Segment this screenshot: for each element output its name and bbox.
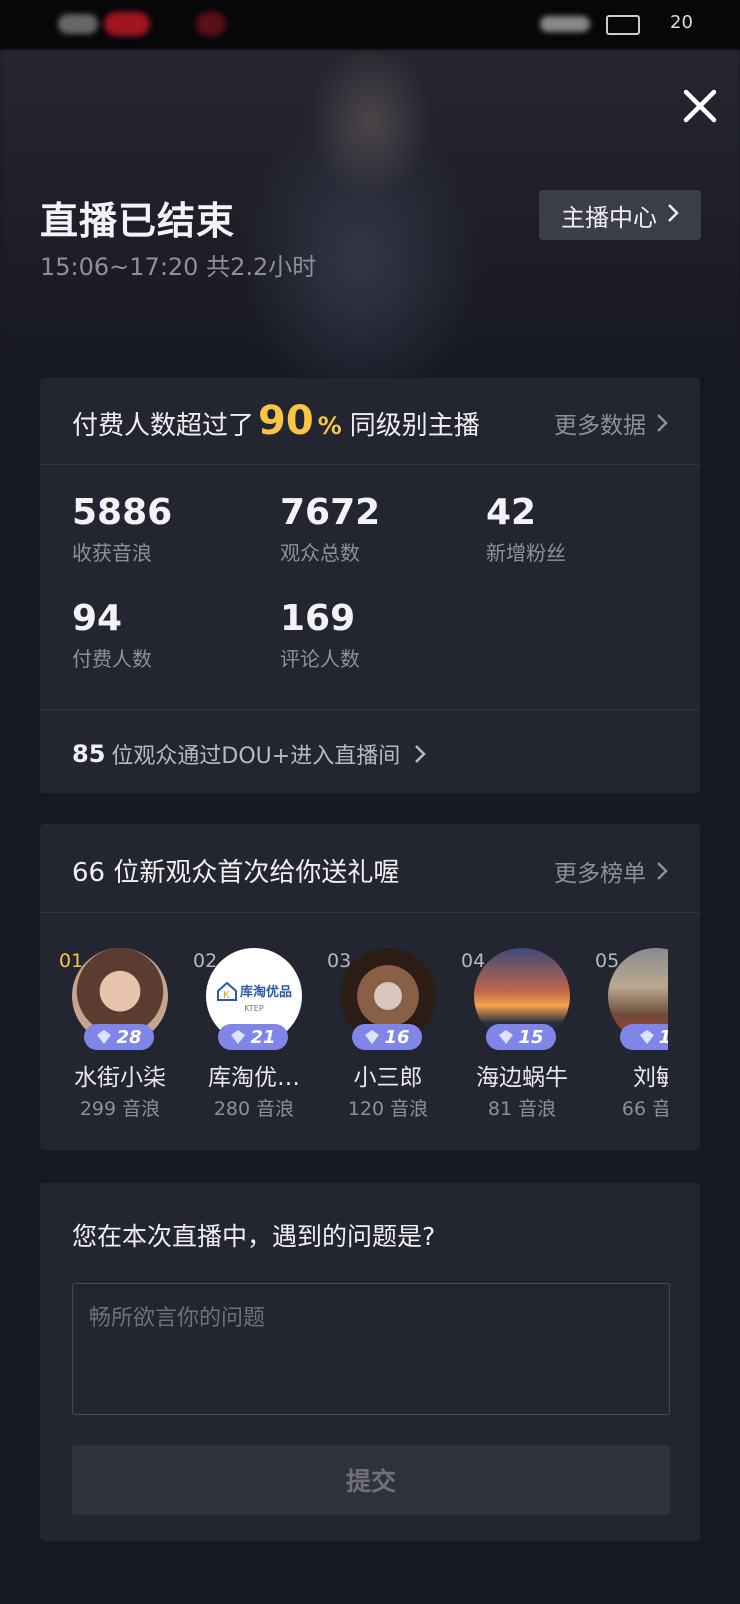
gifter-value: 66 音浪: [621, 1098, 668, 1120]
divider: [40, 709, 700, 710]
close-button[interactable]: [676, 82, 724, 130]
feedback-card: 您在本次直播中，遇到的问题是? 提交: [40, 1183, 700, 1541]
notification-icon: [104, 12, 150, 36]
stat-value: 42: [486, 492, 537, 533]
chevron-right-icon: [657, 862, 668, 880]
close-icon: [683, 89, 717, 123]
stat-viewers: 7672 观众总数: [280, 492, 380, 566]
rank-number: 04: [461, 950, 486, 972]
chevron-right-icon: [415, 745, 426, 763]
stat-paid-users: 94 付费人数: [72, 598, 152, 672]
level-value: 15: [518, 1026, 544, 1048]
rank-number: 01: [59, 950, 84, 972]
rank-number: 03: [327, 950, 352, 972]
stat-label: 评论人数: [280, 647, 360, 671]
brand-logo-subtext: KTEP: [244, 1003, 264, 1013]
stat-label: 观众总数: [280, 541, 360, 565]
level-value: 16: [384, 1026, 410, 1048]
gifter-value: 280 音浪: [213, 1098, 295, 1120]
stat-label: 付费人数: [72, 647, 152, 671]
notification-icon: [196, 12, 226, 36]
gifter-name: 水街小柒: [74, 1065, 166, 1091]
diamond-icon: [499, 1030, 514, 1044]
diamond-icon: [365, 1030, 380, 1044]
dou-count: 85: [72, 740, 106, 768]
page-title: 直播已结束: [40, 199, 236, 243]
level-value: 28: [116, 1026, 142, 1048]
chevron-right-icon: [657, 414, 668, 432]
level-badge: 21: [218, 1024, 288, 1050]
level-badge: 15: [486, 1024, 556, 1050]
gifter-name: 刘敏: [633, 1065, 668, 1091]
stat-value: 169: [280, 598, 356, 639]
gifter-value: 120 音浪: [347, 1098, 429, 1120]
stat-label: 新增粉丝: [486, 541, 566, 565]
brand-logo-text: 库淘优品: [239, 985, 292, 1000]
gifter-name: 海边蜗牛: [476, 1065, 568, 1091]
gifter-list: 01 28 水街小柒 299 音浪 K 库淘优品 KTEP 02 21 库淘优……: [0, 948, 700, 1138]
gifter-value: 81 音浪: [487, 1098, 557, 1120]
submit-button[interactable]: 提交: [72, 1445, 670, 1515]
stat-commenters: 169 评论人数: [280, 598, 360, 672]
chevron-right-icon: [667, 201, 679, 229]
level-badge: 28: [84, 1024, 154, 1050]
summary-headline: 付费人数超过了 90% 同级别主播: [72, 398, 480, 444]
more-rankings-link[interactable]: 更多榜单: [554, 854, 668, 888]
svg-text:K: K: [223, 990, 230, 1001]
summary-card: 付费人数超过了 90% 同级别主播 更多数据 5886 收获音浪 7672 观众…: [40, 378, 700, 793]
more-data-link[interactable]: 更多数据: [554, 406, 668, 440]
stream-duration: 15:06~17:20 共2.2小时: [40, 253, 317, 281]
wifi-icon: [540, 16, 590, 32]
level-value: 21: [250, 1026, 276, 1048]
headline-prefix: 付费人数超过了: [72, 411, 255, 441]
feedback-input[interactable]: [72, 1283, 670, 1415]
divider: [40, 912, 700, 913]
anchor-center-label: 主播中心: [561, 203, 657, 232]
headline-percent-sign: %: [317, 412, 342, 440]
stat-value: 5886: [72, 492, 173, 533]
headline-percent: 90: [258, 398, 314, 444]
stat-value: 7672: [280, 492, 381, 533]
gifter-value: 299 音浪: [79, 1098, 161, 1120]
status-time: 20: [670, 12, 693, 33]
divider: [40, 464, 700, 465]
stat-value: 94: [72, 598, 123, 639]
gifter-name: 库淘优…: [208, 1065, 300, 1091]
dou-text: 位观众通过DOU+进入直播间: [111, 744, 401, 769]
diamond-icon: [231, 1030, 246, 1044]
anchor-center-button[interactable]: 主播中心: [539, 190, 701, 240]
level-badge: 16: [352, 1024, 422, 1050]
more-rankings-label: 更多榜单: [554, 861, 646, 887]
rank-number: 02: [193, 950, 218, 972]
battery-icon: [606, 15, 640, 35]
feedback-question: 您在本次直播中，遇到的问题是?: [72, 1222, 436, 1251]
level-badge: 1: [620, 1024, 668, 1050]
dou-plus-link[interactable]: 85 位观众通过DOU+进入直播间: [72, 738, 426, 770]
diamond-icon: [639, 1030, 654, 1044]
status-bar: 20: [0, 0, 740, 50]
more-data-label: 更多数据: [554, 413, 646, 439]
signal-icon: [58, 14, 98, 34]
stat-income: 5886 收获音浪: [72, 492, 172, 566]
rank-number: 05: [595, 950, 620, 972]
stat-label: 收获音浪: [72, 541, 152, 565]
headline-suffix: 同级别主播: [349, 411, 480, 441]
gifter-name: 小三郎: [353, 1065, 423, 1091]
gifts-headline: 66 位新观众首次给你送礼喔: [72, 858, 400, 888]
diamond-icon: [97, 1030, 112, 1044]
level-value: 1: [659, 1027, 668, 1048]
brand-logo-icon: K: [216, 981, 237, 1001]
stat-new-fans: 42 新增粉丝: [486, 492, 566, 566]
